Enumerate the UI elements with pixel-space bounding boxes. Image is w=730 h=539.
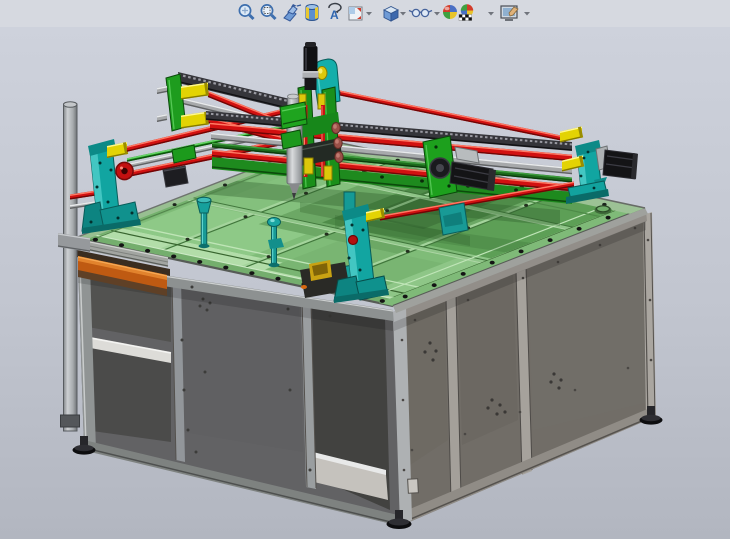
svg-text:A: A	[330, 8, 339, 22]
